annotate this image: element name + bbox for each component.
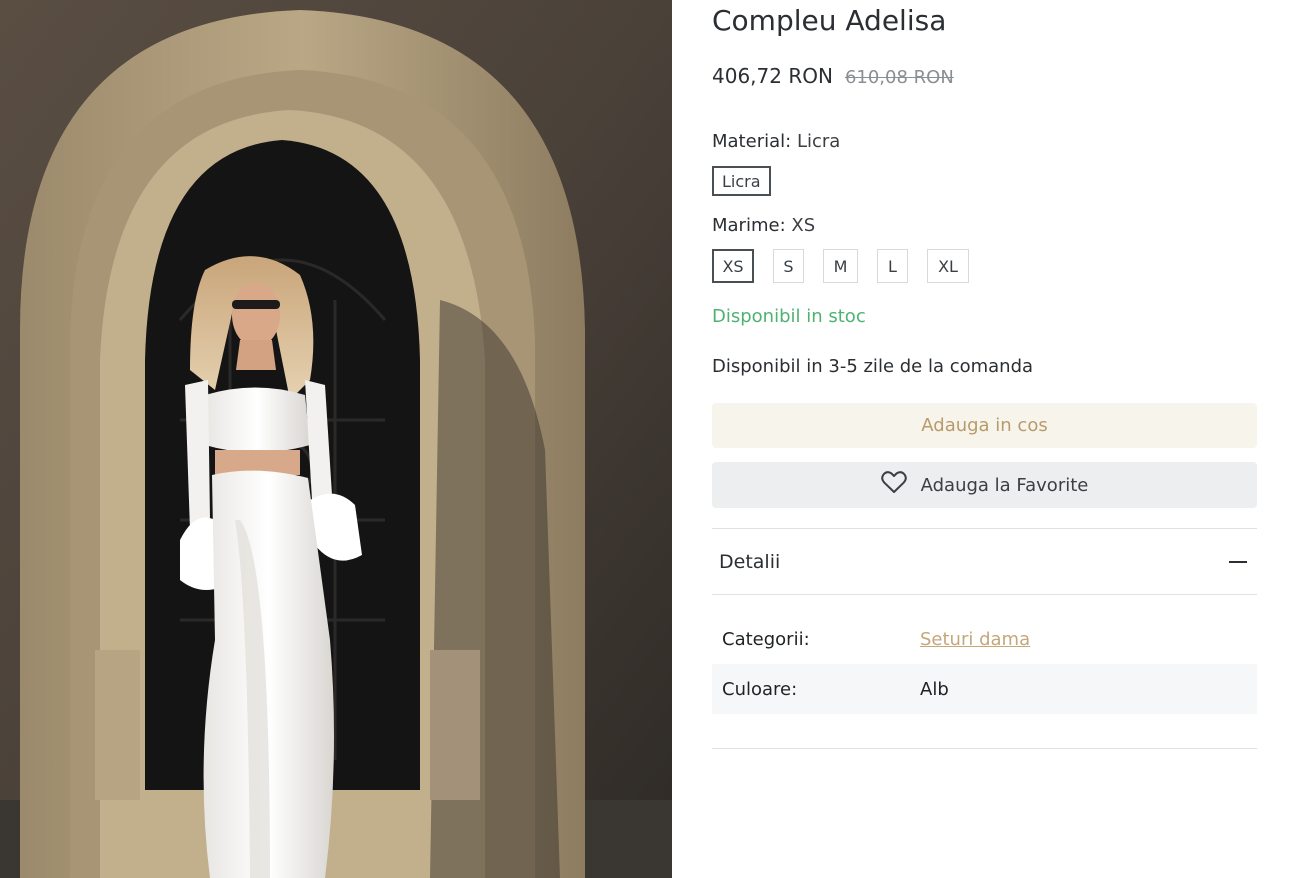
add-to-cart-button[interactable]: Adauga in cos	[712, 403, 1257, 448]
category-link[interactable]: Seturi dama	[920, 629, 1030, 650]
material-options: Licra	[712, 166, 771, 196]
old-price: 610,08 RON	[844, 67, 954, 88]
details-accordion-header[interactable]: Detalii	[712, 529, 1257, 594]
color-value: Alb	[920, 678, 949, 700]
details-row-color: Culoare: Alb	[712, 664, 1257, 714]
size-option-l[interactable]: L	[877, 249, 908, 283]
product-photo-illustration	[0, 0, 672, 878]
size-selected-value: XS	[791, 215, 816, 236]
size-option-xl[interactable]: XL	[927, 249, 969, 283]
material-option-licra[interactable]: Licra	[712, 166, 771, 196]
add-to-favorites-button[interactable]: Adauga la Favorite	[712, 462, 1257, 508]
size-option-xs[interactable]: XS	[712, 249, 754, 283]
material-label: Material: Licra	[712, 131, 840, 152]
details-title: Detalii	[719, 550, 781, 573]
add-to-favorites-label: Adauga la Favorite	[920, 474, 1089, 496]
add-to-cart-label: Adauga in cos	[921, 415, 1048, 436]
product-title: Compleu Adelisa	[712, 4, 947, 37]
stock-status: Disponibil in stoc	[712, 306, 866, 327]
divider	[712, 594, 1257, 595]
size-option-s[interactable]: S	[773, 249, 804, 283]
material-label-text: Material:	[712, 131, 792, 152]
material-selected-value: Licra	[796, 131, 841, 152]
size-label-text: Marime:	[712, 215, 786, 236]
delivery-info: Disponibil in 3-5 zile de la comanda	[712, 356, 1034, 377]
collapse-minus-icon[interactable]	[1229, 560, 1247, 563]
current-price: 406,72 RON	[712, 64, 833, 88]
category-key: Categorii:	[722, 628, 810, 650]
heart-icon	[880, 471, 907, 499]
details-row-category: Categorii: Seturi dama	[712, 614, 1257, 664]
size-options: XS S M L XL	[712, 249, 969, 283]
size-option-m[interactable]: M	[823, 249, 858, 283]
color-key: Culoare:	[722, 678, 798, 700]
divider	[712, 748, 1257, 749]
product-image[interactable]	[0, 0, 672, 878]
size-label: Marime: XS	[712, 215, 815, 236]
price-row: 406,72 RON 610,08 RON	[712, 64, 954, 88]
